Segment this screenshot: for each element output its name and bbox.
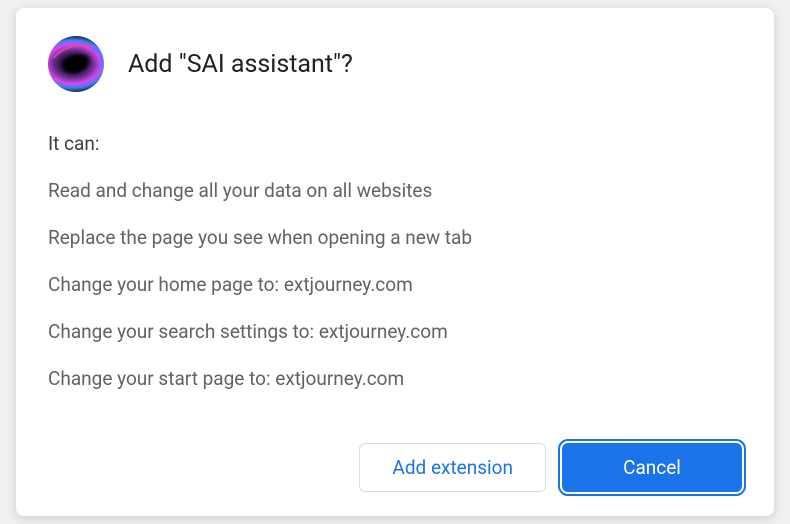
permission-item: Change your home page to: extjourney.com (48, 273, 742, 296)
extension-install-dialog: Add "SAI assistant"? It can: Read and ch… (16, 8, 774, 516)
permissions-intro: It can: (48, 132, 742, 155)
dialog-button-row: Add extension Cancel (48, 443, 742, 492)
dialog-title: Add "SAI assistant"? (128, 50, 353, 79)
permission-item: Change your start page to: extjourney.co… (48, 367, 742, 390)
cancel-button[interactable]: Cancel (562, 443, 742, 492)
add-extension-button[interactable]: Add extension (359, 443, 546, 492)
dialog-header: Add "SAI assistant"? (48, 36, 742, 92)
permission-item: Read and change all your data on all web… (48, 179, 742, 202)
permissions-list: Read and change all your data on all web… (48, 179, 742, 419)
permission-item: Change your search settings to: extjourn… (48, 320, 742, 343)
extension-icon (48, 36, 104, 92)
permission-item: Replace the page you see when opening a … (48, 226, 742, 249)
